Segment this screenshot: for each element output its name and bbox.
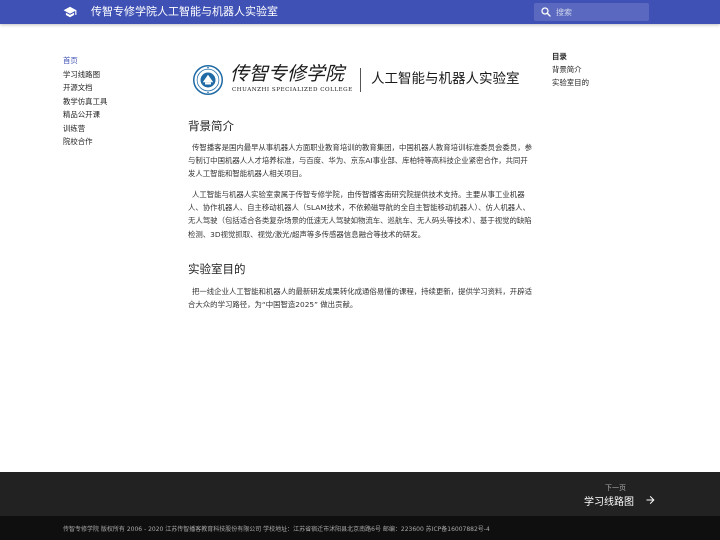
college-seal-logo: [193, 65, 223, 95]
lab-name: 人工智能与机器人实验室: [371, 71, 520, 87]
lab-banner: 传智专修学院 CHUANZHI SPECIALIZED COLLEGE 人工智能…: [188, 60, 533, 104]
sidebar-item-bootcamp[interactable]: 训练营: [63, 122, 173, 136]
next-page-caption: 下一页: [605, 484, 626, 492]
arrow-right-icon[interactable]: [644, 494, 657, 506]
background-paragraph-1: 传智播客是国内最早从事机器人方面职业教育培训的教育集团，中国机器人教育培训标准委…: [188, 143, 532, 179]
sidebar-item-open-courses[interactable]: 精品公开课: [63, 108, 173, 122]
college-name-english: CHUANZHI SPECIALIZED COLLEGE: [232, 87, 353, 93]
section-title-purpose: 实验室目的: [188, 262, 246, 276]
toc-item-purpose[interactable]: 实验室目的: [552, 76, 672, 89]
purpose-paragraph: 把一线企业人工智能和机器人的最新研发成果转化成通俗易懂的课程，持续更新，提供学习…: [188, 287, 532, 310]
main-content: 传智专修学院 CHUANZHI SPECIALIZED COLLEGE 人工智能…: [188, 60, 533, 104]
sidebar-nav: 首页 学习线路图 开源文档 教学仿真工具 精品公开课 训练营 院校合作: [63, 54, 173, 149]
section-title-background: 背景简介: [188, 119, 234, 133]
sidebar-item-sim-tools[interactable]: 教学仿真工具: [63, 95, 173, 109]
graduation-cap-icon[interactable]: [63, 5, 77, 19]
search-input[interactable]: [556, 3, 644, 21]
banner-divider: [360, 68, 361, 92]
sidebar-item-learning-path[interactable]: 学习线路图: [63, 68, 173, 82]
toc-item-background[interactable]: 背景简介: [552, 63, 672, 76]
background-paragraph-2: 人工智能与机器人实验室隶属于传智专修学院，由传智播客南研究院提供技术支持。主要从…: [188, 190, 532, 239]
search-icon[interactable]: [540, 6, 552, 18]
sidebar-item-cooperation[interactable]: 院校合作: [63, 135, 173, 149]
copyright-text: 传智专修学院 版权所有 2006 - 2020 江苏传智播客教育科技股份有限公司…: [63, 526, 490, 533]
footer-meta: 传智专修学院 版权所有 2006 - 2020 江苏传智播客教育科技股份有限公司…: [0, 516, 720, 540]
footer-nav: 下一页 学习线路图: [0, 472, 720, 516]
table-of-contents: 目录 背景简介 实验室目的: [552, 50, 672, 89]
next-page-link[interactable]: 学习线路图: [584, 493, 634, 508]
top-header: 传智专修学院人工智能与机器人实验室: [0, 0, 720, 24]
sidebar-item-home[interactable]: 首页: [63, 54, 173, 68]
sidebar-item-open-docs[interactable]: 开源文档: [63, 81, 173, 95]
college-name-calligraphy: 传智专修学院: [230, 63, 345, 85]
site-title[interactable]: 传智专修学院人工智能与机器人实验室: [91, 4, 278, 20]
toc-title: 目录: [552, 52, 567, 61]
search-box[interactable]: [534, 3, 649, 21]
